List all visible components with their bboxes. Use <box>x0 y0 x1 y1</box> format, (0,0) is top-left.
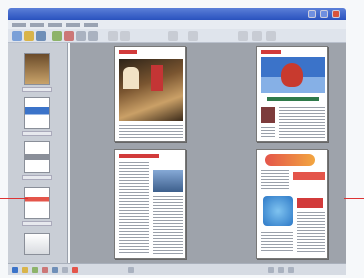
body-text <box>261 170 289 190</box>
page-thumbnails-panel <box>8 43 68 263</box>
maximize-icon[interactable] <box>320 10 328 18</box>
body-text-left <box>119 162 149 254</box>
taskbar-icon-5[interactable] <box>62 267 68 273</box>
red-marker-right <box>344 198 364 199</box>
page-heading <box>119 154 159 158</box>
figure-shape <box>123 67 139 89</box>
thumbnail-page-5[interactable] <box>24 233 50 255</box>
status-bar <box>8 263 346 275</box>
close-icon[interactable] <box>332 10 340 18</box>
taskbar-icon-1[interactable] <box>22 267 28 273</box>
save-icon[interactable] <box>36 31 46 41</box>
cut-icon[interactable] <box>64 31 74 41</box>
body-text <box>119 125 183 139</box>
caption-text <box>261 127 275 139</box>
tool-icon-c[interactable] <box>266 31 276 41</box>
zoom-in-icon[interactable] <box>108 31 118 41</box>
minimize-icon[interactable] <box>308 10 316 18</box>
tool-icon-a[interactable] <box>238 31 248 41</box>
document-workspace <box>70 43 346 263</box>
thumbnail-label-3 <box>22 175 52 180</box>
red-marker-left <box>0 198 28 199</box>
taskbar-icon-3[interactable] <box>42 267 48 273</box>
hero-subject <box>281 63 303 87</box>
tray-icon-2[interactable] <box>278 267 284 273</box>
zoom-out-icon[interactable] <box>120 31 130 41</box>
taskbar-icon-4[interactable] <box>52 267 58 273</box>
folder-icon[interactable] <box>24 31 34 41</box>
start-icon[interactable] <box>12 267 18 273</box>
menu-item-1[interactable] <box>12 23 26 27</box>
menu-item-3[interactable] <box>48 23 62 27</box>
body-text-right <box>297 212 325 252</box>
thumbnail-page-4[interactable] <box>24 187 50 219</box>
two-page-view-icon[interactable] <box>188 31 198 41</box>
title-bar <box>8 8 346 20</box>
page-banner <box>265 154 315 166</box>
subheading <box>267 97 319 101</box>
page-view-3[interactable] <box>114 149 186 259</box>
thumbnail-label-4 <box>22 221 52 226</box>
copy-icon[interactable] <box>76 31 86 41</box>
illustration <box>263 196 293 226</box>
tray-icon-1[interactable] <box>268 267 274 273</box>
thumbnail-page-1[interactable] <box>24 53 50 85</box>
taskbar-icon-2[interactable] <box>32 267 38 273</box>
thumbnail-label-2 <box>22 131 52 136</box>
body-text <box>279 107 325 139</box>
menu-bar <box>8 20 346 29</box>
page-view-2[interactable] <box>256 46 328 142</box>
page-view-4[interactable] <box>256 149 328 259</box>
figure-shape-2 <box>151 65 163 91</box>
tool-icon-b[interactable] <box>252 31 262 41</box>
page-view-1[interactable] <box>114 46 186 142</box>
thumbnail-page-2[interactable] <box>24 97 50 129</box>
inline-photo <box>153 170 183 192</box>
menu-item-4[interactable] <box>66 23 80 27</box>
menu-item-5[interactable] <box>84 23 98 27</box>
application-window <box>0 0 364 278</box>
print-icon[interactable] <box>52 31 62 41</box>
taskbar-icon-7[interactable] <box>128 267 134 273</box>
toolbar <box>8 29 346 43</box>
paste-icon[interactable] <box>88 31 98 41</box>
taskbar-icon-6[interactable] <box>72 267 78 273</box>
open-icon[interactable] <box>12 31 22 41</box>
page-heading <box>261 50 281 54</box>
highlight-block <box>293 172 325 180</box>
headline-block <box>297 198 323 208</box>
tray-icon-3[interactable] <box>288 267 294 273</box>
inline-photo <box>261 107 275 123</box>
page-nav-icon[interactable] <box>168 31 178 41</box>
menu-item-2[interactable] <box>30 23 44 27</box>
thumbnail-page-3[interactable] <box>24 141 50 173</box>
thumbnail-label-1 <box>22 87 52 92</box>
body-text-left <box>261 232 293 252</box>
body-text-right <box>153 196 183 254</box>
page-heading <box>119 50 137 54</box>
